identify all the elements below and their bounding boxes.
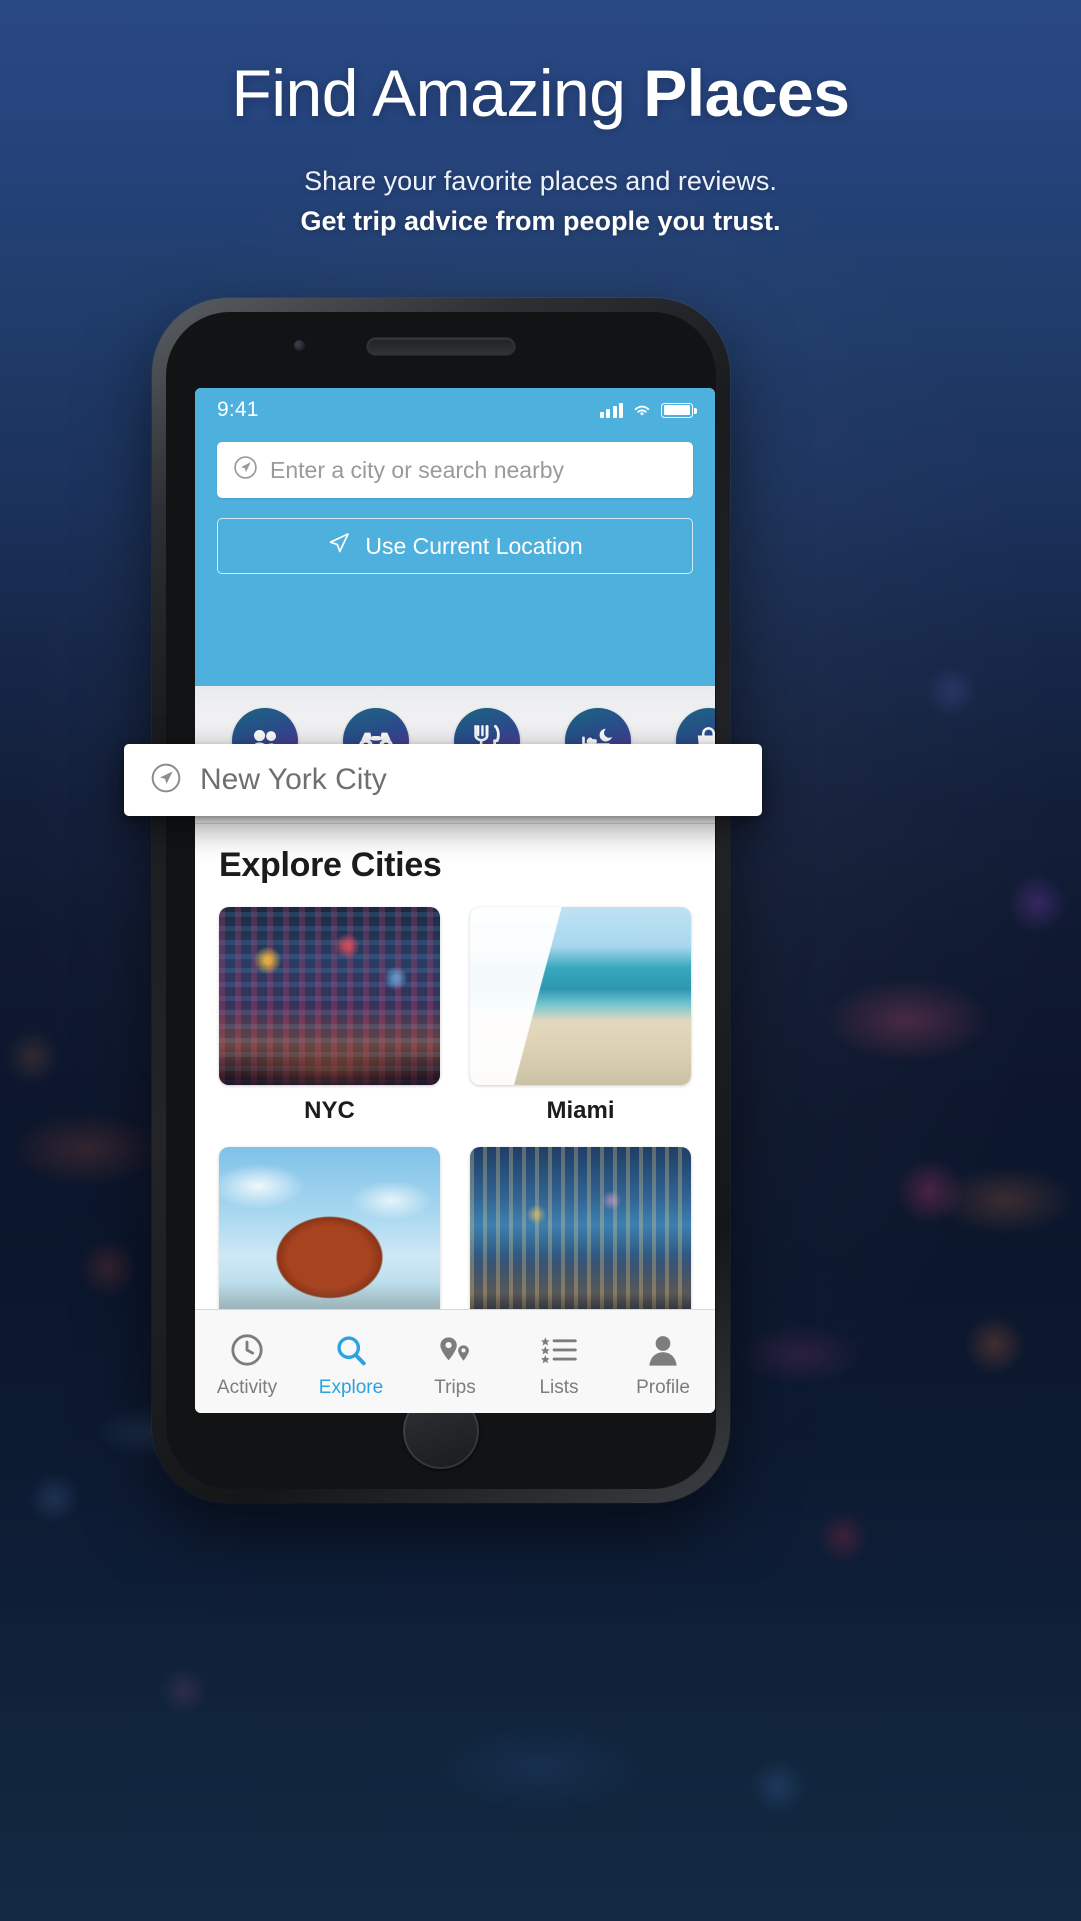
florence-duomo-photo xyxy=(219,1147,440,1325)
city-name: NYC xyxy=(304,1097,355,1124)
front-camera-icon xyxy=(294,340,305,351)
city-search-callout-text: New York City xyxy=(200,763,387,796)
clock-icon xyxy=(230,1331,264,1369)
headline-bold-part: Places xyxy=(643,56,850,130)
wifi-icon xyxy=(632,403,652,418)
search-bar-wrap: Enter a city or search nearby xyxy=(195,432,715,498)
page-title: Find Amazing Places xyxy=(0,60,1081,126)
battery-full-icon xyxy=(661,402,697,418)
tab-explore[interactable]: Explore xyxy=(299,1331,403,1399)
tab-label: Explore xyxy=(318,1376,384,1398)
tab-activity[interactable]: Activity xyxy=(195,1331,299,1399)
use-current-location-button[interactable]: Use Current Location xyxy=(217,518,693,574)
header-spacer xyxy=(195,574,715,686)
hero-header: Find Amazing Places Share your favorite … xyxy=(0,0,1081,237)
status-icons xyxy=(599,402,697,418)
tab-trips[interactable]: Trips xyxy=(403,1331,507,1399)
person-icon xyxy=(646,1331,680,1369)
phone-bezel: 9:41 Enter a city or search nearby Use C… xyxy=(166,312,716,1489)
star-list-icon xyxy=(540,1331,578,1369)
phone-device: 9:41 Enter a city or search nearby Use C… xyxy=(152,298,730,1503)
earpiece-speaker xyxy=(367,338,515,355)
search-input-placeholder: Enter a city or search nearby xyxy=(270,456,565,483)
status-bar: 9:41 xyxy=(195,388,715,432)
city-search-callout[interactable]: New York City xyxy=(124,744,762,816)
tab-label: Profile xyxy=(636,1376,690,1398)
location-arrow-circle-icon xyxy=(233,455,258,485)
times-square-night-photo xyxy=(219,907,440,1085)
phone-screen: 9:41 Enter a city or search nearby Use C… xyxy=(195,388,715,1413)
use-current-location-label: Use Current Location xyxy=(365,532,583,559)
tab-label: Activity xyxy=(216,1376,278,1398)
las-vegas-strip-photo xyxy=(470,1147,691,1325)
city-name: Miami xyxy=(546,1097,615,1124)
navigation-arrow-icon xyxy=(327,531,351,561)
subtitle-line-2: Get trip advice from people you trust. xyxy=(300,206,781,236)
explore-cities-title: Explore Cities xyxy=(219,846,442,884)
location-arrow-circle-icon xyxy=(150,762,182,799)
headline-light-part: Find Amazing xyxy=(231,56,644,130)
search-icon xyxy=(334,1331,368,1369)
tab-lists[interactable]: Lists xyxy=(507,1331,611,1399)
search-header-section: 9:41 Enter a city or search nearby Use C… xyxy=(195,388,715,686)
city-card-nyc[interactable]: NYC xyxy=(219,907,440,1125)
bottom-tab-bar: Activity Explore Trips Lists Profile xyxy=(195,1309,715,1413)
explore-section: Explore Cities NYC Miami Florence xyxy=(195,824,715,1365)
tab-profile[interactable]: Profile xyxy=(611,1331,715,1399)
tab-label: Trips xyxy=(434,1376,476,1398)
status-time: 9:41 xyxy=(217,398,259,421)
cellular-signal-icon xyxy=(599,402,623,418)
city-card-miami[interactable]: Miami xyxy=(470,907,691,1125)
search-input[interactable]: Enter a city or search nearby xyxy=(217,442,693,498)
subtitle-line-1: Share your favorite places and reviews. xyxy=(304,166,777,196)
tab-label: Lists xyxy=(539,1376,579,1398)
map-pins-icon xyxy=(437,1331,473,1369)
city-grid: NYC Miami Florence Las Vegas xyxy=(219,907,691,1365)
miami-beach-photo xyxy=(470,907,691,1085)
